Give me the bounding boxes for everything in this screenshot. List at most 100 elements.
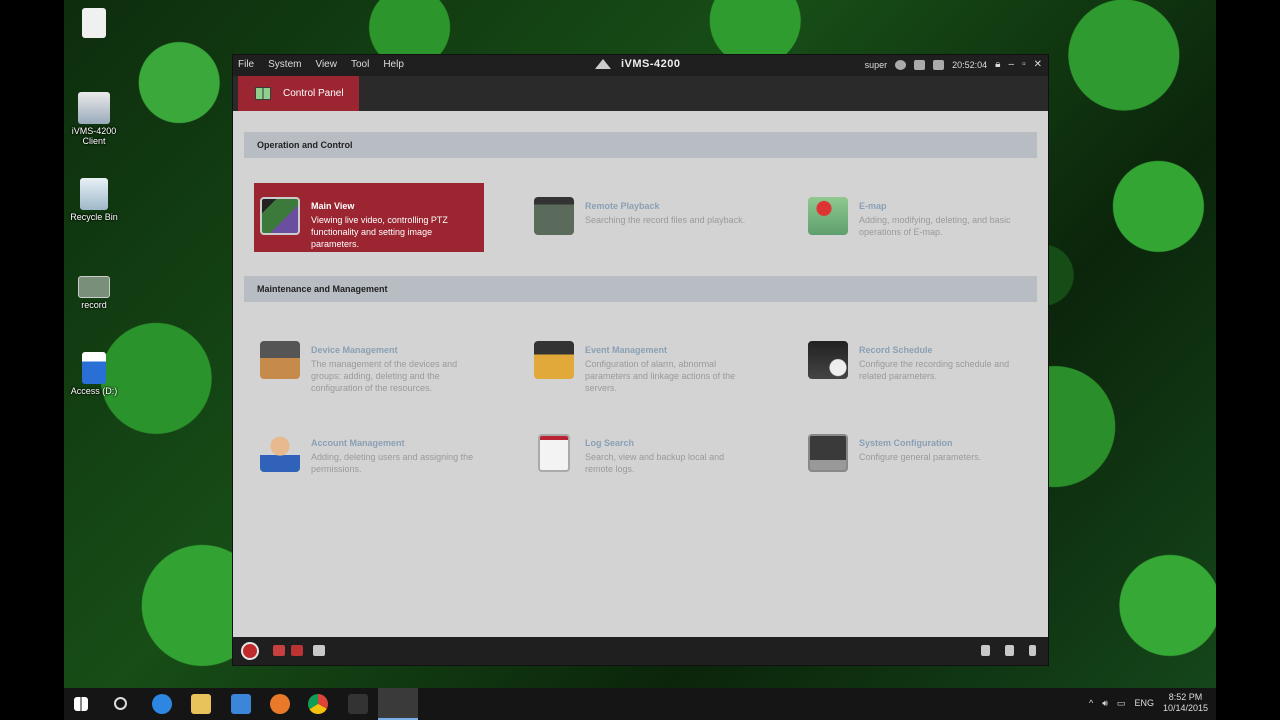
remote-playback-tile[interactable]: Remote Playback Searching the record fil… <box>528 183 758 252</box>
tile-title: Remote Playback <box>585 201 660 211</box>
control-panel-icon <box>255 87 271 100</box>
log-search-icon <box>538 434 570 472</box>
globe-icon[interactable] <box>895 59 907 70</box>
main-view-icon <box>260 197 300 235</box>
clock[interactable]: 8:52 PM 10/14/2015 <box>1163 692 1208 714</box>
desktop-file-icon[interactable] <box>64 8 124 38</box>
edge-icon[interactable] <box>152 694 172 714</box>
tile-description: Configure general parameters. <box>859 452 982 462</box>
firefox-icon[interactable] <box>270 694 290 714</box>
e-map-tile[interactable]: E-map Adding, modifying, deleting, and b… <box>802 183 1032 252</box>
tile-title: Account Management <box>311 438 405 448</box>
control-panel-content: Operation and Control Main View Viewing … <box>233 111 1048 639</box>
clock-date: 10/14/2015 <box>1162 703 1208 713</box>
lock-icon[interactable]: 🔒︎ <box>995 59 1000 70</box>
close-button[interactable]: ✕ <box>1034 59 1042 70</box>
app-icon[interactable] <box>348 694 368 714</box>
tile-title: Device Management <box>311 345 398 355</box>
event-management-tile[interactable]: Event Management Configuration of alarm,… <box>528 327 758 396</box>
tile-description: Configure the recording schedule and rel… <box>859 359 1010 381</box>
menu-bar: File System View Tool Help <box>238 59 404 70</box>
tile-description: Adding, deleting users and assigning the… <box>311 452 474 474</box>
chevron-up-icon[interactable]: ^ <box>1089 698 1093 708</box>
tile-title: E-map <box>859 201 887 211</box>
current-user: super <box>864 59 888 70</box>
menu-view[interactable]: View <box>315 59 337 70</box>
language-indicator[interactable]: ENG <box>1134 698 1154 708</box>
clock-time: 8:52 PM <box>1168 692 1203 702</box>
audio-icon[interactable] <box>313 645 325 656</box>
tile-title: Log Search <box>585 438 635 448</box>
record-schedule-tile[interactable]: Record Schedule Configure the recording … <box>802 327 1032 396</box>
title-bar: File System View Tool Help iVMS-4200 sup… <box>233 55 1048 76</box>
tile-description: Search, view and backup local and remote… <box>585 452 725 474</box>
tile-description: Configuration of alarm, abnormal paramet… <box>585 359 736 393</box>
file-explorer-icon[interactable] <box>191 694 211 714</box>
monitor-icon[interactable] <box>933 59 945 70</box>
app-title-text: iVMS-4200 <box>621 58 681 70</box>
main-view-tile[interactable]: Main View Viewing live video, controllin… <box>254 183 484 252</box>
tab-label: Control Panel <box>283 88 344 99</box>
system-tray: ^ 🔊︎ ▭ ENG 8:52 PM 10/14/2015 <box>1089 692 1208 714</box>
ivms-logo-icon <box>595 59 611 69</box>
remote-playback-icon <box>534 197 574 235</box>
log-search-tile[interactable]: Log Search Search, view and backup local… <box>528 420 758 489</box>
store-icon[interactable] <box>231 694 251 714</box>
menu-help[interactable]: Help <box>383 59 404 70</box>
alarm-list-icon[interactable] <box>291 645 303 656</box>
desktop-icon-record[interactable]: record <box>64 276 124 310</box>
alarm-event-icon[interactable] <box>273 645 285 656</box>
tile-title: Record Schedule <box>859 345 933 355</box>
section-header-maintenance: Maintenance and Management <box>244 276 1037 302</box>
desktop-icon-label: record <box>81 300 107 310</box>
search-icon[interactable] <box>114 697 127 710</box>
screen: iVMS-4200 Client Recycle Bin record Acce… <box>0 0 1280 720</box>
account-management-tile[interactable]: Account Management Adding, deleting user… <box>254 420 484 489</box>
keyboard-icon[interactable] <box>914 59 926 70</box>
tile-title: Event Management <box>585 345 668 355</box>
record-folder-icon <box>78 276 110 298</box>
device-management-icon <box>260 341 300 379</box>
app-title: iVMS-4200 <box>595 58 681 70</box>
recycle-bin-icon <box>80 178 108 210</box>
tab-bar: Control Panel <box>233 76 1048 111</box>
ivms-window: File System View Tool Help iVMS-4200 sup… <box>232 54 1049 666</box>
minimize-button[interactable]: – <box>1009 59 1015 70</box>
tile-description: Viewing live video, controlling PTZ func… <box>311 215 448 249</box>
desktop-icon-label: Access (D:) <box>70 386 118 396</box>
record-schedule-icon <box>808 341 848 379</box>
event-management-icon <box>534 341 574 379</box>
desktop-icon-label: iVMS-4200 Client <box>71 126 117 146</box>
maximize-button[interactable]: ▫ <box>1022 59 1026 70</box>
system-configuration-tile[interactable]: System Configuration Configure general p… <box>802 420 1032 489</box>
chrome-icon[interactable] <box>308 694 328 714</box>
desktop-icon-ivms[interactable]: iVMS-4200 Client <box>64 92 124 146</box>
tile-title: Main View <box>311 201 355 211</box>
tile-description: Searching the record files and playback. <box>585 215 746 225</box>
menu-tool[interactable]: Tool <box>351 59 369 70</box>
status-bar <box>233 637 1048 665</box>
ivms-taskbar-button[interactable] <box>378 688 418 720</box>
desktop-icon-access[interactable]: Access (D:) <box>64 352 124 396</box>
expand-icon[interactable] <box>1029 645 1036 656</box>
account-management-icon <box>260 434 300 472</box>
window-icon[interactable] <box>1005 645 1014 656</box>
drive-shortcut-icon <box>82 352 106 384</box>
ivms-client-icon <box>78 92 110 124</box>
tile-description: Adding, modifying, deleting, and basic o… <box>859 215 1011 237</box>
system-time: 20:52:04 <box>952 59 988 70</box>
alarm-icon[interactable] <box>241 642 259 660</box>
e-map-icon <box>808 197 848 235</box>
system-configuration-icon <box>808 434 848 472</box>
menu-system[interactable]: System <box>268 59 301 70</box>
volume-icon[interactable]: 🔊︎ <box>1102 698 1108 709</box>
tile-description: The management of the devices and groups… <box>311 359 458 393</box>
pin-icon[interactable] <box>981 645 990 656</box>
notification-icon[interactable]: ▭ <box>1117 698 1126 709</box>
menu-file[interactable]: File <box>238 59 254 70</box>
tab-control-panel[interactable]: Control Panel <box>238 76 359 111</box>
device-management-tile[interactable]: Device Management The management of the … <box>254 327 484 396</box>
taskbar: ^ 🔊︎ ▭ ENG 8:52 PM 10/14/2015 <box>64 688 1216 720</box>
desktop-icon-recycle-bin[interactable]: Recycle Bin <box>64 178 124 222</box>
start-icon[interactable] <box>74 697 88 711</box>
